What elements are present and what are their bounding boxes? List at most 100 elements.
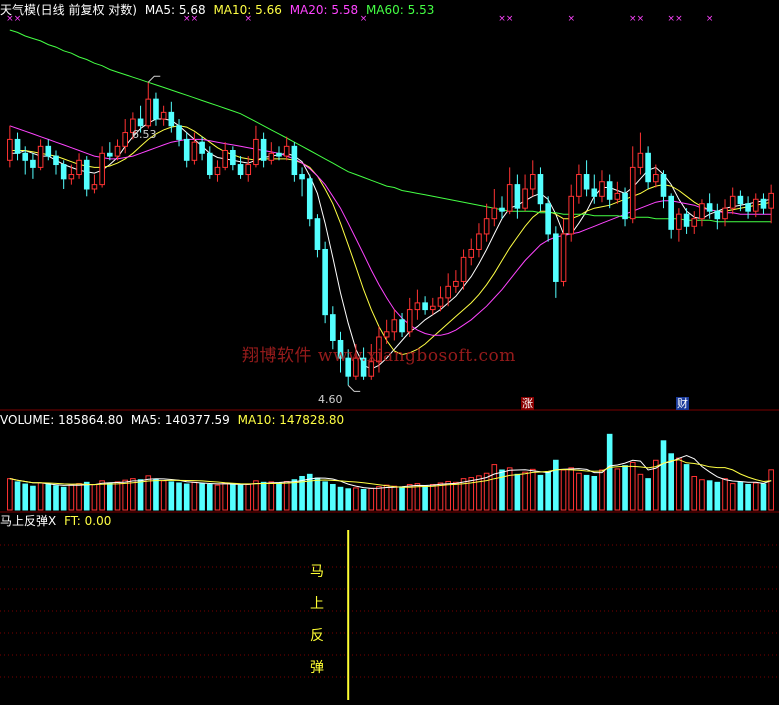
ma60-readout: MA60: 5.53 xyxy=(365,3,435,17)
volume-bar xyxy=(122,479,129,511)
volume-bar xyxy=(68,484,75,511)
ma60-line xyxy=(9,29,772,223)
volume-bar xyxy=(453,481,459,511)
candle-body xyxy=(752,198,759,212)
candle-body xyxy=(22,152,29,161)
rise-badge[interactable]: 涨 xyxy=(521,397,534,410)
volume-bar xyxy=(691,475,698,511)
candle-body xyxy=(745,203,751,212)
volume-bar xyxy=(383,484,390,511)
ma5-line xyxy=(9,118,772,370)
candle-body xyxy=(14,138,21,154)
candle-body xyxy=(214,166,221,176)
volume-bar xyxy=(137,479,144,511)
candle-body xyxy=(614,192,621,200)
candle-body xyxy=(299,174,305,180)
candle-body xyxy=(253,138,259,166)
candle-body xyxy=(276,152,282,157)
volume-bar xyxy=(353,487,359,511)
volume-bar xyxy=(322,481,328,511)
candle-body xyxy=(437,297,444,307)
candle-body xyxy=(537,174,544,205)
volume-bar xyxy=(391,485,398,511)
candle-body xyxy=(53,155,59,166)
candle-body xyxy=(599,181,605,197)
candle-body xyxy=(206,152,213,176)
volume-bar xyxy=(183,483,190,511)
candle-body xyxy=(230,149,236,166)
volume-bar xyxy=(622,465,628,511)
volume-bar xyxy=(291,479,298,511)
volume-bar xyxy=(230,483,236,511)
volume-bar xyxy=(699,479,705,511)
volume-bar xyxy=(206,483,213,511)
candle-body xyxy=(399,319,405,333)
chart-title: 天气模(日线 前复权 对数) xyxy=(0,3,137,17)
volume-bar xyxy=(506,467,513,511)
candle-body xyxy=(583,174,590,190)
candle-body xyxy=(237,164,244,176)
volume-bar xyxy=(560,469,567,511)
volume-bar xyxy=(245,483,252,511)
volume-bar xyxy=(376,486,382,511)
candle-body xyxy=(322,248,328,316)
candle-body xyxy=(699,203,705,220)
volume-bar xyxy=(722,478,728,511)
volume-bar xyxy=(760,483,767,511)
candle-body xyxy=(453,280,459,287)
candle-body xyxy=(522,188,528,209)
candle-body xyxy=(191,141,198,161)
volume-bar xyxy=(107,482,113,511)
volume-bar xyxy=(599,469,605,511)
candle-body xyxy=(729,195,736,209)
volume-bar xyxy=(368,487,375,511)
candle-body xyxy=(60,164,67,180)
volume-bar xyxy=(406,483,413,511)
candle-body xyxy=(714,210,721,220)
candle-body xyxy=(422,302,428,311)
candle-body xyxy=(76,159,82,176)
x-marker: × xyxy=(498,14,506,24)
volume-bar xyxy=(645,478,651,511)
volume-ma10-readout: MA10: 147828.80 xyxy=(237,413,345,427)
volume-bar xyxy=(30,485,36,511)
x-marker: × xyxy=(637,14,645,24)
x-marker: × xyxy=(675,14,683,24)
volume-bar xyxy=(345,488,352,511)
volume-bar xyxy=(314,477,321,511)
volume-bar xyxy=(445,480,451,511)
candle-body xyxy=(429,305,436,311)
volume-bar xyxy=(553,459,559,511)
volume-bar xyxy=(606,433,613,511)
volume-bar xyxy=(399,486,405,511)
signal-char: 马 xyxy=(310,564,324,580)
volume-bar xyxy=(176,482,182,511)
candle-body xyxy=(183,138,190,161)
volume-bar xyxy=(199,483,205,511)
candle-body xyxy=(568,195,575,235)
stock-chart-window: × × × × × × × × × × × × × × 天气模(日线 前复权 对数) MA5: 5.68 … xyxy=(0,0,779,705)
volume-bar xyxy=(576,472,582,511)
low-pointer xyxy=(347,385,361,392)
ma20-line xyxy=(9,125,772,336)
x-marker: × xyxy=(506,14,514,24)
candle-body xyxy=(68,174,75,180)
volume-bar xyxy=(130,478,136,511)
volume-bar xyxy=(745,483,751,511)
candle-body xyxy=(760,198,767,209)
candle-body xyxy=(637,152,644,168)
volume-bar xyxy=(37,482,44,511)
ma10-readout: MA10: 5.66 xyxy=(213,3,282,17)
volume-bar xyxy=(676,457,682,511)
finance-badge[interactable]: 财 xyxy=(676,397,689,410)
candle-body xyxy=(176,125,182,140)
candle-body xyxy=(683,213,690,227)
candle-body xyxy=(676,213,682,230)
volume-ma5-readout: MA5: 140377.59 xyxy=(130,413,230,427)
volume-bar xyxy=(114,481,121,511)
volume-bar xyxy=(14,481,21,511)
high-pointer xyxy=(147,75,161,83)
candle-body xyxy=(199,141,205,154)
candle-body xyxy=(591,188,598,197)
volume-bar xyxy=(191,481,198,511)
